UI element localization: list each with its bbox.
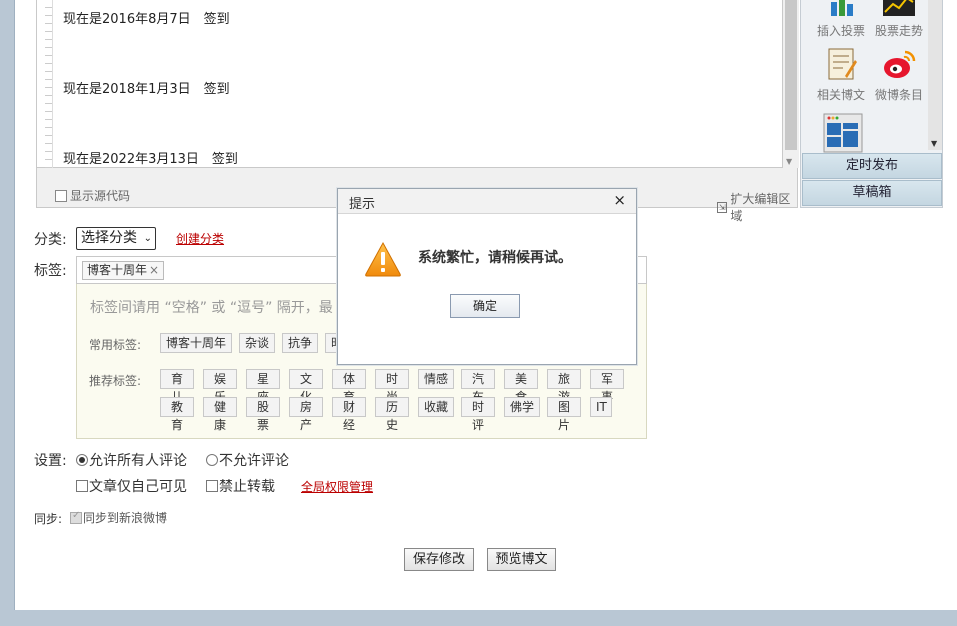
private-only-option[interactable]: 文章仅自己可见: [76, 476, 187, 496]
dialog-message: 系统繁忙，请稍候再试。: [418, 250, 572, 266]
recommended-tag[interactable]: 娱乐: [203, 369, 237, 404]
dialog-header: 提示 ×: [338, 189, 636, 214]
allow-all-comments-option[interactable]: 允许所有人评论: [76, 450, 187, 470]
category-select[interactable]: 选择分类 ⌄: [76, 227, 156, 250]
weibo-tool[interactable]: 微博条目: [872, 46, 926, 103]
common-tags-label: 常用标签:: [89, 338, 142, 352]
remove-tag-icon[interactable]: ×: [149, 263, 159, 277]
recommended-tag[interactable]: 财经: [332, 397, 366, 432]
weibo-sync-label: 同步到新浪微博: [83, 511, 168, 525]
recommended-tag[interactable]: 育儿: [160, 369, 194, 404]
chevron-down-icon: ⌄: [143, 233, 152, 244]
tools-scroll-down-icon[interactable]: ▼: [931, 139, 937, 148]
insert-tools-panel: 插入投票 股票走势 相关博文 微博条目 ▼ 定时发布 草稿箱: [800, 0, 943, 208]
editor-line-2: 现在是2018年1月3日 签到: [63, 82, 230, 97]
dialog-title: 提示: [349, 197, 376, 212]
drafts-button[interactable]: 草稿箱: [802, 180, 942, 206]
dialog-ok-button[interactable]: 确定: [450, 294, 520, 318]
weibo-sync-checkbox: [70, 510, 82, 524]
expand-icon: ⇲: [717, 201, 728, 213]
stock-chart-label: 股票走势: [874, 24, 923, 38]
tag-chip: 博客十周年 ×: [82, 261, 165, 280]
recommended-tag[interactable]: 股票: [246, 397, 280, 432]
common-tag[interactable]: 博客十周年: [160, 333, 232, 353]
allow-all-comments-label: 允许所有人评论: [89, 453, 187, 469]
poll-icon: [823, 0, 859, 18]
recommended-tag[interactable]: 旅游: [547, 369, 581, 404]
global-permissions-link[interactable]: 全局权限管理: [301, 478, 373, 495]
recommended-tag[interactable]: 佛学: [504, 397, 540, 417]
disallow-comments-radio[interactable]: [206, 454, 218, 466]
tools-scrollbar[interactable]: ▼: [928, 0, 942, 150]
recommended-tag[interactable]: 情感: [418, 369, 454, 389]
save-button[interactable]: 保存修改: [404, 548, 474, 571]
recommended-tag[interactable]: 时评: [461, 397, 495, 432]
recommended-tag[interactable]: 历史: [375, 397, 409, 432]
no-repost-checkbox[interactable]: [206, 480, 218, 492]
warning-icon: [364, 241, 402, 277]
category-label: 分类:: [34, 232, 67, 248]
recommended-tag[interactable]: 军事: [590, 369, 624, 404]
editor-ruler: [45, 0, 53, 168]
private-only-checkbox[interactable]: [76, 480, 88, 492]
insert-poll-tool[interactable]: 插入投票: [814, 0, 868, 39]
related-posts-label: 相关博文: [816, 88, 865, 102]
expand-editor-label: 扩大编辑区域: [730, 192, 791, 223]
scroll-down-icon[interactable]: ▼: [786, 157, 792, 166]
show-source-toggle[interactable]: 显示源代码: [55, 187, 130, 204]
recommended-tag[interactable]: 房产: [289, 397, 323, 432]
weibo-label: 微博条目: [874, 88, 923, 102]
no-repost-label: 禁止转载: [219, 479, 275, 495]
tags-hint: 标签间请用 “空格” 或 “逗号” 隔开，最: [90, 300, 333, 316]
tag-chip-label: 博客十周年: [87, 263, 148, 277]
editor-scrollbar[interactable]: ▼: [783, 0, 799, 168]
editor-line-1: 现在是2016年8月7日 签到: [63, 12, 230, 27]
recommended-tag[interactable]: 体育: [332, 369, 366, 404]
recommended-tag[interactable]: 图片: [547, 397, 581, 432]
no-repost-option[interactable]: 禁止转载: [206, 476, 275, 496]
rich-text-editor[interactable]: 现在是2016年8月7日 签到 现在是2018年1月3日 签到 现在是2022年…: [37, 0, 783, 168]
allow-all-comments-radio[interactable]: [76, 454, 88, 466]
related-posts-tool[interactable]: 相关博文: [814, 46, 868, 103]
create-category-link[interactable]: 创建分类: [176, 230, 224, 247]
disallow-comments-option[interactable]: 不允许评论: [206, 450, 289, 470]
close-icon[interactable]: ×: [613, 191, 626, 209]
preview-button[interactable]: 预览博文: [487, 548, 556, 571]
weibo-icon: [881, 46, 917, 82]
common-tag[interactable]: 抗争: [282, 333, 318, 353]
layout-template-tool[interactable]: [814, 113, 868, 153]
recommended-tag[interactable]: 文化: [289, 369, 323, 404]
expand-editor-toggle[interactable]: ⇲ 扩大编辑区域: [717, 190, 797, 224]
recommended-tag[interactable]: 健康: [203, 397, 237, 432]
private-only-label: 文章仅自己可见: [89, 479, 187, 495]
recommended-tag[interactable]: IT: [590, 397, 612, 417]
recommended-tag[interactable]: 收藏: [418, 397, 454, 417]
common-tag[interactable]: 杂谈: [239, 333, 275, 353]
recommended-tag[interactable]: 星座: [246, 369, 280, 404]
disallow-comments-label: 不允许评论: [219, 453, 289, 469]
weibo-sync-option: 同步到新浪微博: [70, 509, 167, 526]
sync-label: 同步:: [34, 512, 63, 526]
alert-dialog: 提示 × 系统繁忙，请稍候再试。 确定: [337, 188, 637, 365]
show-source-checkbox[interactable]: [55, 189, 67, 202]
category-select-value: 选择分类: [81, 230, 137, 246]
editor-container: 现在是2016年8月7日 签到 现在是2018年1月3日 签到 现在是2022年…: [36, 0, 799, 223]
tags-label: 标签:: [34, 263, 67, 279]
stock-chart-tool[interactable]: 股票走势: [872, 0, 926, 39]
settings-label: 设置:: [34, 453, 67, 469]
show-source-label: 显示源代码: [70, 189, 131, 203]
related-posts-icon: [823, 46, 859, 82]
recommended-tag[interactable]: 汽车: [461, 369, 495, 404]
insert-poll-label: 插入投票: [816, 24, 865, 38]
recommended-tags-label: 推荐标签:: [89, 374, 142, 388]
editor-line-3: 现在是2022年3月13日 签到: [63, 152, 238, 167]
scheduled-publish-button[interactable]: 定时发布: [802, 153, 942, 179]
recommended-tag[interactable]: 教育: [160, 397, 194, 432]
recommended-tag[interactable]: 时尚: [375, 369, 409, 404]
layout-template-icon: [823, 113, 863, 153]
editor-scroll-thumb[interactable]: [785, 0, 797, 150]
recommended-tag[interactable]: 美食: [504, 369, 538, 404]
stock-chart-icon: [881, 0, 917, 18]
